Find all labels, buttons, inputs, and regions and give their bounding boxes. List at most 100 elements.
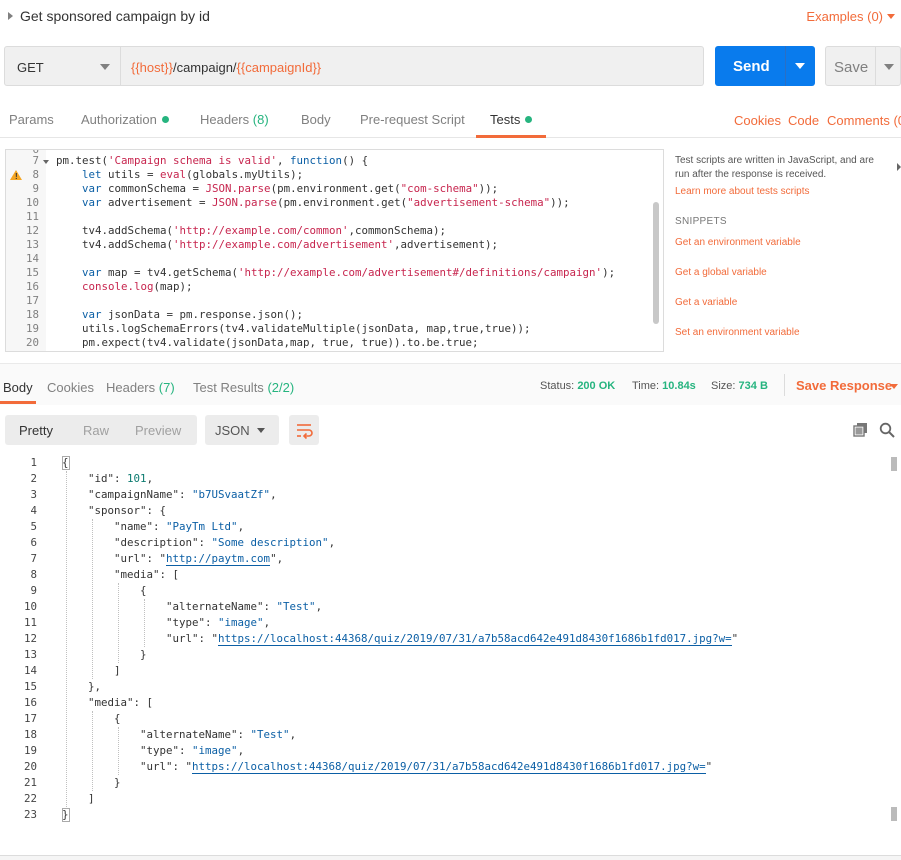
json-line: 19 "type": "image",	[0, 743, 890, 759]
editor-scrollbar[interactable]	[653, 202, 659, 324]
code-line: 18 var jsonData = pm.response.json();	[6, 308, 656, 322]
tab-pre-request-script[interactable]: Pre-request Script	[360, 112, 465, 127]
json-line: 1{	[0, 455, 890, 471]
line-number: 5	[30, 520, 37, 533]
tab-response-cookies[interactable]: Cookies	[47, 380, 94, 395]
scrollbar-thumb[interactable]	[891, 807, 897, 821]
line-number: 4	[30, 504, 37, 517]
tab-label: Tests	[490, 112, 521, 127]
tab-response-body[interactable]: Body	[3, 380, 33, 395]
method-select[interactable]: GET	[4, 46, 121, 86]
json-line: 23}	[0, 807, 890, 823]
line-number: 20	[25, 336, 39, 349]
json-line: 12 "url": "https://localhost:44368/quiz/…	[0, 631, 890, 647]
save-button[interactable]: Save	[825, 46, 901, 86]
tab-label: Body	[301, 112, 331, 127]
snippet-get-environment-variable[interactable]: Get an environment variable	[675, 237, 801, 248]
copy-icon[interactable]	[853, 422, 868, 437]
json-line: 13 }	[0, 647, 890, 663]
panel-expand-icon[interactable]	[897, 163, 901, 171]
line-number: 7	[32, 154, 39, 167]
format-select[interactable]: JSON	[205, 415, 279, 445]
status-readout: Status: 200 OK	[540, 380, 615, 392]
save-response-chevron-icon[interactable]	[890, 384, 898, 389]
json-text: }	[62, 648, 147, 661]
tab-authorization[interactable]: Authorization	[81, 112, 169, 127]
time-value: 10.84s	[662, 380, 696, 392]
line-number: 19	[23, 744, 37, 757]
line-number: 2	[30, 472, 37, 485]
line-number: 1	[30, 456, 37, 469]
json-line: 9 {	[0, 583, 890, 599]
view-raw-button[interactable]: Raw	[83, 423, 109, 438]
json-text: "type": "image",	[166, 616, 271, 629]
examples-dropdown[interactable]: Examples (0)	[806, 9, 883, 24]
url-input[interactable]: {{host}}/campaign/{{campaignId}}	[121, 46, 704, 86]
code-line: 15 var map = tv4.getSchema('http://examp…	[6, 266, 656, 280]
snippet-set-environment-variable[interactable]: Set an environment variable	[675, 327, 800, 338]
search-icon[interactable]	[879, 422, 895, 438]
tab-label: Authorization	[81, 112, 157, 127]
json-line: 5 "name": "PayTm Ltd",	[0, 519, 890, 535]
json-text: {	[62, 584, 147, 597]
horizontal-scrollbar[interactable]	[0, 855, 901, 860]
request-title[interactable]: Get sponsored campaign by id	[20, 8, 210, 24]
comments-link[interactable]: Comments (0	[827, 113, 901, 128]
response-body-viewer[interactable]: 1{ 2 "id": 101, 3 "campaignName": "b7USv…	[0, 455, 901, 855]
tests-help-text: Test scripts are written in JavaScript, …	[675, 155, 874, 180]
scrollbar-thumb[interactable]	[891, 457, 897, 471]
json-line: 16 "media": [	[0, 695, 890, 711]
json-line: 2 "id": 101,	[0, 471, 890, 487]
line-number: 10	[25, 196, 39, 209]
divider	[784, 374, 785, 396]
cookies-link[interactable]: Cookies	[734, 113, 781, 128]
json-line: 22 ]	[0, 791, 890, 807]
save-divider	[875, 47, 876, 85]
code-text: var commonSchema = JSON.parse(pm.environ…	[82, 182, 499, 195]
save-options-chevron-icon[interactable]	[884, 64, 894, 70]
line-number: 11	[25, 210, 39, 223]
view-preview-button[interactable]: Preview	[135, 423, 181, 438]
tab-response-headers[interactable]: Headers (7)	[106, 380, 175, 395]
tab-label: Headers	[106, 380, 156, 395]
tab-headers[interactable]: Headers (8)	[200, 112, 269, 127]
tab-test-results[interactable]: Test Results (2/2)	[193, 380, 294, 395]
tab-body[interactable]: Body	[301, 112, 331, 127]
save-response-button[interactable]: Save Response	[796, 378, 892, 393]
line-number: 18	[25, 308, 39, 321]
json-text: }	[62, 808, 69, 821]
learn-more-link[interactable]: Learn more about tests scripts	[675, 186, 810, 197]
code-line: 7 pm.test('Campaign schema is valid', fun…	[6, 154, 656, 168]
tab-label: Body	[3, 380, 33, 395]
method-label: GET	[17, 60, 44, 75]
code-text: tv4.addSchema('http://example.com/common…	[56, 224, 447, 237]
snippet-get-global-variable[interactable]: Get a global variable	[675, 267, 767, 278]
json-line: 15 },	[0, 679, 890, 695]
collapse-caret-icon[interactable]	[8, 12, 13, 20]
response-tabs-bar: Body Cookies Headers (7) Test Results (2…	[0, 363, 901, 405]
tab-tests[interactable]: Tests	[490, 112, 533, 127]
examples-chevron-down-icon[interactable]	[887, 14, 895, 19]
code-line: 14	[6, 252, 656, 266]
code-link[interactable]: Code	[788, 113, 819, 128]
wrap-lines-button[interactable]	[289, 415, 319, 445]
json-text: "type": "image",	[140, 744, 245, 757]
line-number: 17	[23, 712, 37, 725]
line-number: 8	[32, 168, 39, 181]
json-text: "alternateName": "Test",	[140, 728, 297, 741]
line-number: 13	[25, 238, 39, 251]
send-button[interactable]: Send	[715, 46, 815, 86]
code-text: console.log(map);	[82, 280, 193, 293]
view-pretty-button[interactable]: Pretty	[19, 423, 53, 438]
line-number: 8	[30, 568, 37, 581]
tests-code-editor[interactable]: ! 6 7 pm.test('Campaign schema is valid',…	[5, 149, 664, 352]
code-line: 9 var commonSchema = JSON.parse(pm.envir…	[6, 182, 656, 196]
snippet-get-variable[interactable]: Get a variable	[675, 297, 737, 308]
code-text: pm.test('Campaign schema is valid', func…	[56, 154, 369, 167]
line-number: 19	[25, 322, 39, 335]
send-options-chevron-icon[interactable]	[795, 63, 805, 69]
json-text: "id": 101,	[88, 472, 154, 485]
chevron-down-icon	[257, 428, 265, 433]
tab-params[interactable]: Params	[9, 112, 54, 127]
tab-label: Headers	[200, 112, 250, 127]
